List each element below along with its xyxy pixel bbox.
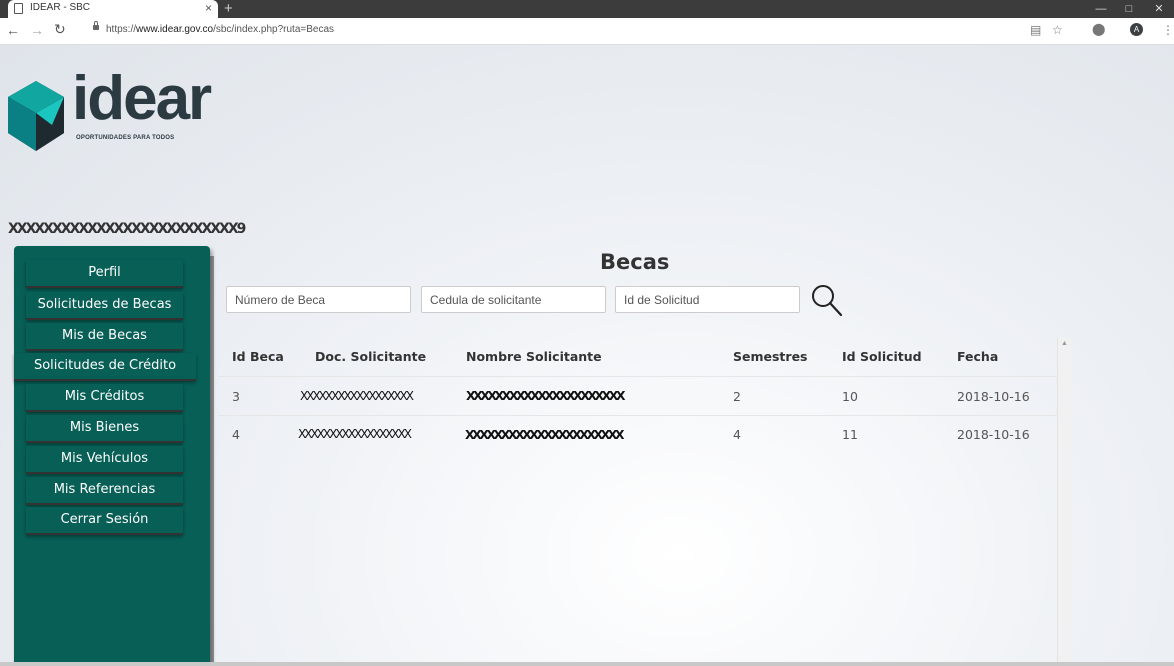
forward-arrow-icon[interactable]: →	[30, 22, 44, 38]
browser-toolbar: ← → ↻ https://www.idear.gov.co/sbc/index…	[0, 18, 1174, 45]
tab-strip: IDEAR - SBC × + — □ ✕	[0, 0, 1174, 18]
horizontal-scrollbar[interactable]	[0, 662, 1174, 666]
numero-beca-input[interactable]	[226, 286, 411, 313]
cell-fecha: 2018-10-16	[957, 389, 1030, 404]
row-divider	[218, 376, 1058, 377]
sidebar-item-mis-becas[interactable]: Mis de Becas	[26, 323, 183, 351]
id-solicitud-input[interactable]	[615, 286, 800, 313]
sidebar-item-mis-referencias[interactable]: Mis Referencias	[26, 477, 183, 505]
sidebar-item-perfil[interactable]: Perfil	[26, 260, 183, 288]
cell-id-beca: 4	[232, 427, 240, 442]
browser-tab[interactable]: IDEAR - SBC ×	[8, 0, 218, 18]
page-icon	[14, 3, 23, 14]
user-name: XXXXXXXXXXXXXXXXXXXXXXXXXX9	[8, 221, 246, 237]
cell-doc-solicitante: XXXXXXXXXXXXXXXXXX	[300, 389, 414, 403]
lock-icon	[93, 21, 99, 30]
minimize-icon[interactable]: —	[1086, 0, 1116, 18]
cell-semestres: 2	[733, 389, 741, 404]
cell-id-solicitud: 10	[842, 389, 858, 404]
row-divider	[218, 415, 1058, 416]
logo-gem-icon	[8, 81, 64, 151]
tab-title: IDEAR - SBC	[30, 2, 91, 13]
sidebar-item-solicitudes-becas[interactable]: Solicitudes de Becas	[26, 292, 183, 320]
back-arrow-icon[interactable]: ←	[6, 22, 20, 38]
page-title: Becas	[600, 250, 670, 274]
bookmark-star-icon[interactable]: ☆	[1052, 23, 1063, 37]
cell-nombre-solicitante: XXXXXXXXXXXXXXXXXXXXXX	[465, 427, 625, 442]
header-nombre-solicitante: Nombre Solicitante	[466, 349, 602, 364]
reload-icon[interactable]: ↻	[54, 21, 66, 38]
logo-wordmark: idear	[72, 64, 212, 133]
cell-doc-solicitante: XXXXXXXXXXXXXXXXXX	[298, 427, 412, 441]
logo-tagline: OPORTUNIDADES PARA TODOS	[76, 135, 175, 141]
page-content: idear OPORTUNIDADES PARA TODOS XXXXXXXXX…	[0, 45, 1174, 666]
profile-avatar[interactable]: A	[1130, 23, 1143, 36]
new-tab-button[interactable]: +	[224, 0, 233, 17]
sidebar-item-solicitudes-credito[interactable]: Solicitudes de Crédito	[14, 353, 196, 381]
header-doc-solicitante: Doc. Solicitante	[315, 349, 427, 364]
header-semestres: Semestres	[733, 349, 808, 364]
url-scheme: https://	[106, 24, 137, 35]
translate-icon[interactable]: ▤	[1030, 23, 1041, 37]
sidebar-item-cerrar-sesion[interactable]: Cerrar Sesión	[26, 507, 183, 535]
cell-id-beca: 3	[232, 389, 240, 404]
url-path: /sbc/index.php?ruta=Becas	[213, 24, 335, 35]
sidebar-item-mis-vehiculos[interactable]: Mis Vehículos	[26, 446, 183, 474]
url-host: www.idear.gov.co	[136, 24, 214, 35]
close-tab-icon[interactable]: ×	[205, 1, 212, 15]
cedula-solicitante-input[interactable]	[421, 286, 606, 313]
menu-dots-icon[interactable]: ⋮	[1162, 23, 1174, 37]
maximize-icon[interactable]: □	[1114, 0, 1144, 18]
adblock-icon[interactable]: ⬤	[1092, 22, 1105, 36]
search-icon[interactable]	[808, 281, 848, 319]
cell-nombre-solicitante: XXXXXXXXXXXXXXXXXXXXXX	[466, 388, 626, 403]
sidebar-item-mis-bienes[interactable]: Mis Bienes	[26, 415, 183, 443]
sidebar: Perfil Solicitudes de Becas Mis de Becas…	[14, 246, 214, 666]
scroll-up-arrow-icon[interactable]: ▲	[1061, 340, 1068, 347]
address-bar[interactable]: https://www.idear.gov.co/sbc/index.php?r…	[106, 24, 334, 35]
header-id-solicitud: Id Solicitud	[842, 349, 922, 364]
cell-semestres: 4	[733, 427, 741, 442]
header-fecha: Fecha	[957, 349, 999, 364]
sidebar-item-mis-creditos[interactable]: Mis Créditos	[26, 384, 183, 412]
cell-id-solicitud: 11	[842, 427, 858, 442]
table-scrollbar[interactable]: ▲	[1057, 338, 1071, 666]
cell-fecha: 2018-10-16	[957, 427, 1030, 442]
header-id-beca: Id Beca	[232, 349, 284, 364]
close-window-icon[interactable]: ✕	[1144, 0, 1174, 18]
browser-chrome: IDEAR - SBC × + — □ ✕ ← → ↻ https://www.…	[0, 0, 1174, 45]
